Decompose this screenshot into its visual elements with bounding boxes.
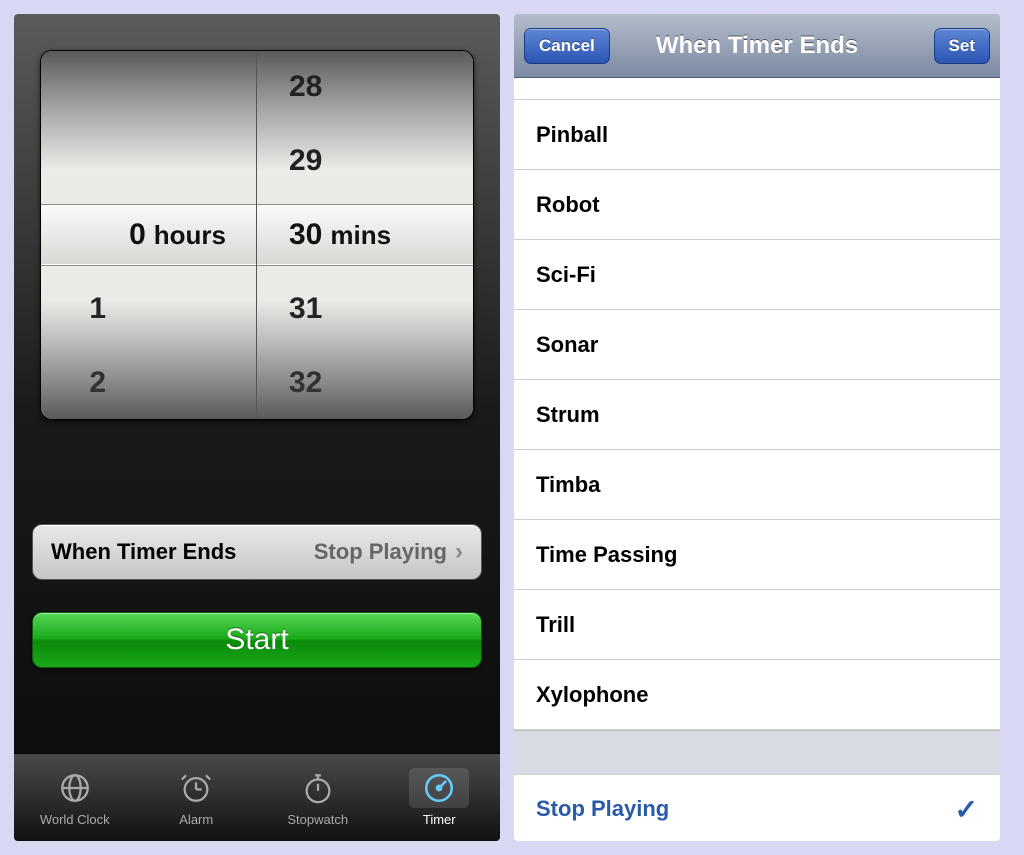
tab-label: Timer xyxy=(423,812,456,827)
tab-bar: World Clock Alarm Stopwatch Timer xyxy=(14,753,500,841)
when-timer-ends-label: When Timer Ends xyxy=(51,539,236,565)
list-item[interactable]: Robot xyxy=(514,170,1000,240)
sound-label: Time Passing xyxy=(536,542,677,568)
globe-icon xyxy=(45,768,105,808)
list-item[interactable]: Sci-Fi xyxy=(514,240,1000,310)
picker-item: 29 xyxy=(257,124,473,198)
tab-timer[interactable]: Timer xyxy=(379,754,501,841)
sound-label: Strum xyxy=(536,402,600,428)
list-item[interactable]: Pinball xyxy=(514,100,1000,170)
picker-item: 2 xyxy=(41,346,256,420)
tab-label: World Clock xyxy=(40,812,110,827)
hours-wheel[interactable]: . . . 1 2 0 hours xyxy=(41,51,257,419)
picker-item: 32 xyxy=(257,346,473,420)
stop-playing-label: Stop Playing xyxy=(536,796,669,822)
mins-selected: 30 mins xyxy=(257,204,473,266)
time-picker[interactable]: . . . 1 2 0 hours 28 29 . 31 32 30 mins xyxy=(40,50,474,420)
sound-label: Robot xyxy=(536,192,600,218)
tab-alarm[interactable]: Alarm xyxy=(136,754,258,841)
hours-selected: 0 hours xyxy=(41,204,256,266)
section-separator xyxy=(514,730,1000,774)
tab-label: Stopwatch xyxy=(287,812,348,827)
nav-bar: Cancel When Timer Ends Set xyxy=(514,14,1000,78)
list-item-stop-playing[interactable]: Stop Playing ✓ xyxy=(514,774,1000,841)
sound-label: Xylophone xyxy=(536,682,648,708)
list-item[interactable]: Time Passing xyxy=(514,520,1000,590)
when-timer-ends-value: Stop Playing xyxy=(314,539,447,565)
start-button[interactable]: Start xyxy=(32,612,482,668)
sound-label: Pinball xyxy=(536,122,608,148)
timer-icon xyxy=(409,768,469,808)
sound-list[interactable]: Pinball Robot Sci-Fi Sonar Strum Timba T… xyxy=(514,78,1000,841)
timer-screen: . . . 1 2 0 hours 28 29 . 31 32 30 mins xyxy=(14,14,500,841)
checkmark-icon: ✓ xyxy=(955,793,978,826)
picker-item: 31 xyxy=(257,272,473,346)
tab-world-clock[interactable]: World Clock xyxy=(14,754,136,841)
mins-value: 30 xyxy=(289,218,322,252)
list-item[interactable]: Timba xyxy=(514,450,1000,520)
list-item[interactable]: Trill xyxy=(514,590,1000,660)
sound-label: Trill xyxy=(536,612,575,638)
list-item[interactable]: Xylophone xyxy=(514,660,1000,730)
list-item[interactable]: Sonar xyxy=(514,310,1000,380)
list-item[interactable]: Strum xyxy=(514,380,1000,450)
picker-item: 28 xyxy=(257,50,473,124)
list-item[interactable] xyxy=(514,78,1000,100)
mins-unit: mins xyxy=(330,220,391,251)
sound-picker-screen: Cancel When Timer Ends Set Pinball Robot… xyxy=(514,14,1000,841)
tab-stopwatch[interactable]: Stopwatch xyxy=(257,754,379,841)
hours-value: 0 xyxy=(129,218,146,252)
sound-label: Timba xyxy=(536,472,600,498)
picker-item: 1 xyxy=(41,272,256,346)
alarm-clock-icon xyxy=(166,768,226,808)
stopwatch-icon xyxy=(288,768,348,808)
chevron-right-icon: › xyxy=(455,538,463,566)
sound-label: Sonar xyxy=(536,332,598,358)
sound-label: Sci-Fi xyxy=(536,262,596,288)
set-button[interactable]: Set xyxy=(934,28,990,64)
hours-unit: hours xyxy=(154,220,226,251)
cancel-button[interactable]: Cancel xyxy=(524,28,610,64)
start-label: Start xyxy=(225,623,288,657)
when-timer-ends-row[interactable]: When Timer Ends Stop Playing › xyxy=(32,524,482,580)
minutes-wheel[interactable]: 28 29 . 31 32 30 mins xyxy=(257,51,473,419)
tab-label: Alarm xyxy=(179,812,213,827)
